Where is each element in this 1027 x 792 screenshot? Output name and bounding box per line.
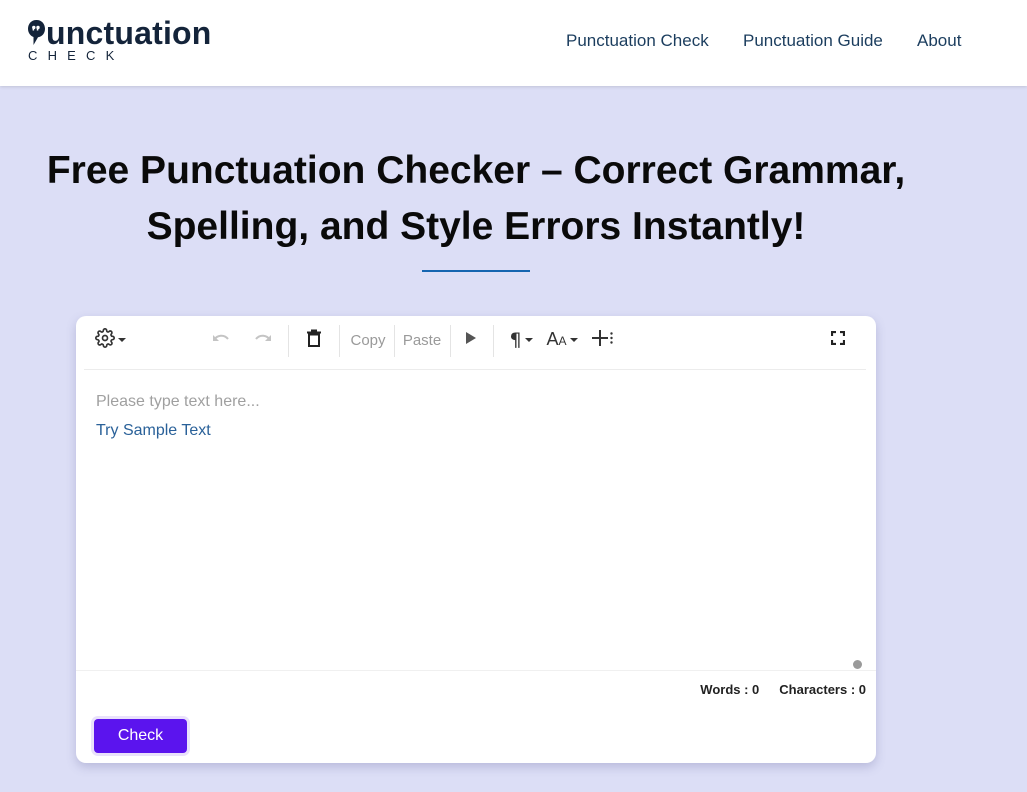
insert-icon <box>592 329 614 351</box>
copy-button[interactable]: Copy <box>344 324 392 356</box>
insert-button[interactable] <box>590 324 616 356</box>
undo-button[interactable] <box>206 324 236 356</box>
logo-subtitle: CHECK <box>28 48 125 63</box>
chevron-down-icon <box>524 338 533 342</box>
logo-speech-bubble-icon <box>27 19 46 45</box>
toolbar-separator <box>394 325 395 357</box>
try-sample-text-link[interactable]: Try Sample Text <box>96 422 211 440</box>
gear-icon <box>94 327 115 353</box>
editor-card: Copy Paste ¶ AA Please type text here...… <box>76 316 876 763</box>
title-underline-divider <box>422 270 530 272</box>
logo-text: unctuation <box>46 15 212 51</box>
play-button[interactable] <box>458 324 484 356</box>
logo[interactable]: unctuation CHECK <box>27 16 227 66</box>
nav-about[interactable]: About <box>917 31 961 51</box>
paste-button[interactable]: Paste <box>398 324 446 356</box>
trash-icon <box>307 329 321 352</box>
site-header: unctuation CHECK Punctuation Check Punct… <box>0 0 1027 86</box>
page-title-line-1: Free Punctuation Checker – Correct Gramm… <box>46 149 906 192</box>
chevron-down-icon <box>117 338 126 342</box>
check-button[interactable]: Check <box>94 719 187 753</box>
editor-placeholder: Please type text here... <box>96 393 260 410</box>
toolbar-separator <box>450 325 451 357</box>
toolbar-separator <box>339 325 340 357</box>
paragraph-dropdown-button[interactable]: ¶ <box>504 324 538 356</box>
nav-punctuation-guide[interactable]: Punctuation Guide <box>743 31 883 51</box>
clear-text-button[interactable] <box>299 324 329 356</box>
page-title: Free Punctuation Checker – Correct Gramm… <box>0 143 952 255</box>
redo-icon <box>253 331 273 350</box>
toolbar-separator <box>288 325 289 357</box>
toolbar-separator <box>493 325 494 357</box>
status-divider <box>76 670 876 671</box>
editor-toolbar: Copy Paste ¶ AA <box>76 316 876 364</box>
nav-punctuation-check[interactable]: Punctuation Check <box>566 31 709 51</box>
word-count: Words : 0 <box>700 682 760 697</box>
page-title-line-2: Spelling, and Style Errors Instantly! <box>146 205 806 248</box>
character-count: Characters : 0 <box>779 682 866 697</box>
redo-button[interactable] <box>248 324 278 356</box>
text-stats: Words : 0 Characters : 0 <box>700 682 866 698</box>
fullscreen-button[interactable] <box>824 324 852 356</box>
font-size-dropdown-button[interactable]: AA <box>544 324 580 356</box>
undo-icon <box>211 331 231 350</box>
chevron-down-icon <box>569 338 578 342</box>
play-icon <box>466 331 476 349</box>
font-size-icon: AA <box>546 329 567 349</box>
resize-handle[interactable] <box>853 660 862 669</box>
fullscreen-icon <box>830 330 846 350</box>
logo-wordmark: unctuation <box>27 16 212 50</box>
text-editor-input[interactable]: Please type text here... Try Sample Text <box>76 370 876 670</box>
pilcrow-icon: ¶ <box>509 328 522 351</box>
settings-dropdown-button[interactable] <box>90 324 130 356</box>
